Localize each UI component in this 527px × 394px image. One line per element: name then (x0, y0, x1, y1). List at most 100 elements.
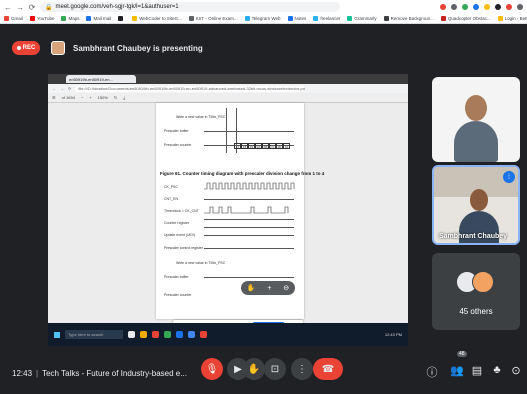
profile-avatar[interactable] (506, 4, 512, 10)
bookmark-favicon-icon (61, 16, 67, 21)
forward-icon[interactable]: → (16, 3, 24, 12)
doc-write-label: Write a new value in TIMx_PSC (176, 115, 226, 119)
present-icon: ⊡ (270, 363, 280, 375)
timing-line (204, 248, 294, 249)
timing-line (204, 235, 294, 236)
extension-icon[interactable] (495, 4, 501, 10)
bookmark-label: Maps (68, 16, 80, 21)
bookmark-favicon-icon (118, 16, 124, 21)
reload-icon[interactable]: ⟳ (28, 3, 36, 12)
mic-off-icon: 🎙 (205, 363, 219, 375)
bookmark-item[interactable]: Notes (287, 16, 306, 21)
timing-marker (226, 108, 227, 153)
zoom-out-icon[interactable]: ⊖ (283, 284, 289, 292)
participant-name: Sambhrant Chaubey (439, 233, 508, 240)
counter-value-cell: F7 (234, 143, 241, 149)
bookmark-label: Login - BetterCreator (504, 16, 527, 21)
counter-value-cell: FC (269, 143, 276, 149)
counter-value-cell: FB (262, 143, 269, 149)
present-button[interactable]: ⊡ (264, 358, 286, 380)
participant-tile[interactable] (432, 77, 520, 162)
extension-icon[interactable] (473, 4, 479, 10)
menu-icon[interactable] (517, 4, 523, 10)
extension-icon[interactable] (462, 4, 468, 10)
participant-video (454, 121, 498, 162)
doc-prescaler-buffer-label: Prescaler buffer (164, 129, 189, 133)
bookmark-item[interactable]: WebCoder to SiteG... (132, 16, 182, 21)
extension-icon[interactable] (440, 4, 446, 10)
others-avatar (472, 271, 494, 293)
mic-off-button[interactable]: 🎙 (201, 358, 223, 380)
counter-value-cell: FA (255, 143, 262, 149)
separator: | (36, 368, 39, 378)
rec-label: REC (22, 45, 36, 51)
speaking-indicator-icon: ⁞ (503, 171, 515, 183)
taskbar-app-icon (128, 331, 135, 338)
info-icon[interactable]: ⓘ (425, 364, 439, 380)
chat-icon[interactable]: ▤ (470, 364, 484, 377)
shared-address: file:///D:/Ideation/Documents/en50919/b-… (75, 85, 306, 92)
doc-timer-clock-label: Timerclock = CK_CNT (164, 209, 199, 213)
bookmarks-bar: Gmail YouTube Maps Mail mail WebCoder to Sit… (0, 14, 527, 24)
participant-tile-speaking[interactable]: ⁞ Sambhrant Chaubey (432, 165, 520, 245)
shared-screen: en50919b-en50919-en... ← → ⟳ file:///D:/… (48, 74, 408, 346)
pdf-floating-controls: ✋ + ⊖ (241, 281, 295, 295)
back-icon: ← (52, 86, 56, 91)
bookmark-favicon-icon (287, 16, 293, 21)
bookmark-favicon-icon (86, 16, 92, 21)
extension-icons (440, 4, 523, 10)
url-field[interactable]: 🔒 meet.google.com/veh-sgjr-tgk/l=1&authu… (40, 2, 340, 12)
pdf-viewer: Write a new value in TIMx_PSC Prescaler … (48, 103, 408, 323)
bookmark-item[interactable]: Telegram Web (244, 16, 281, 21)
bookmark-favicon-icon (383, 16, 389, 21)
back-icon[interactable]: ← (4, 3, 12, 12)
bookmark-item[interactable]: Maps (61, 16, 79, 21)
bookmark-label: Quadcopter Obstac... (447, 16, 491, 21)
hand-icon[interactable]: ✋ (247, 284, 256, 292)
taskbar-app-icon (152, 331, 159, 338)
bookmark-item[interactable]: Gmail (4, 16, 23, 21)
bookmark-item[interactable]: Grammarly (347, 16, 377, 21)
bookmark-item[interactable]: Remove Backgroun... (383, 16, 434, 21)
bookmark-label: Telegram Web (251, 16, 281, 21)
recording-badge[interactable]: REC (12, 41, 40, 55)
bookmark-item[interactable]: Mail mail (86, 16, 111, 21)
bookmark-item[interactable]: Login - BetterCreator (497, 16, 527, 21)
doc-update-event-label: Update event (UEV) (164, 233, 196, 237)
leave-call-button[interactable]: ☎ (313, 358, 343, 380)
bookmark-item[interactable]: KIIT - Online Exam... (188, 16, 238, 21)
record-dot-icon (16, 46, 21, 50)
windows-start-icon (54, 331, 60, 338)
bookmark-favicon-icon (244, 16, 250, 21)
zoom-in-icon[interactable]: + (267, 285, 271, 292)
activities-icon[interactable]: ♣ (490, 364, 504, 376)
bookmark-item[interactable]: Quadcopter Obstac... (440, 16, 491, 21)
bookmark-favicon-icon (313, 16, 319, 21)
extension-icon[interactable] (451, 4, 457, 10)
meeting-title: Tech Talks - Future of Industry-based e.… (42, 368, 187, 378)
participant-count-badge: 48 (457, 351, 467, 357)
url-text: meet.google.com/veh-sgjr-tgk/l=1&authuse… (55, 4, 179, 10)
doc-prescaler-counter-label-2: Prescaler counter (164, 293, 192, 297)
bookmark-item[interactable]: YouTube (29, 16, 54, 21)
bookmark-item[interactable] (118, 16, 125, 21)
doc-prescaler-counter-label: Prescaler counter (164, 143, 192, 147)
bookmark-favicon-icon (29, 16, 35, 21)
more-options-button[interactable]: ⋮ (291, 358, 313, 380)
download-icon: ⤓ (123, 95, 126, 100)
raise-hand-button[interactable]: ✋ (243, 358, 265, 380)
zoom-out-icon: − (80, 95, 84, 100)
bookmark-label: freelancer (320, 16, 341, 21)
bookmark-label: Grammarly (354, 16, 377, 21)
doc-prescaler-buffer-label-2: Prescaler buffer (164, 275, 189, 279)
others-tile[interactable]: 45 others (432, 253, 520, 330)
browser-address-bar: ← → ⟳ 🔒 meet.google.com/veh-sgjr-tgk/l=1… (0, 0, 527, 14)
bookmark-item[interactable]: freelancer (313, 16, 340, 21)
extension-icon[interactable] (484, 4, 490, 10)
shared-browser-tab: en50919b-en50919-en... (66, 75, 136, 83)
host-controls-icon[interactable]: ⊙ (509, 364, 523, 377)
bookmark-label: Remove Backgroun... (390, 16, 434, 21)
lock-icon: 🔒 (45, 4, 53, 11)
people-icon[interactable]: 👥 (450, 364, 464, 377)
taskbar-app-icon (188, 331, 195, 338)
